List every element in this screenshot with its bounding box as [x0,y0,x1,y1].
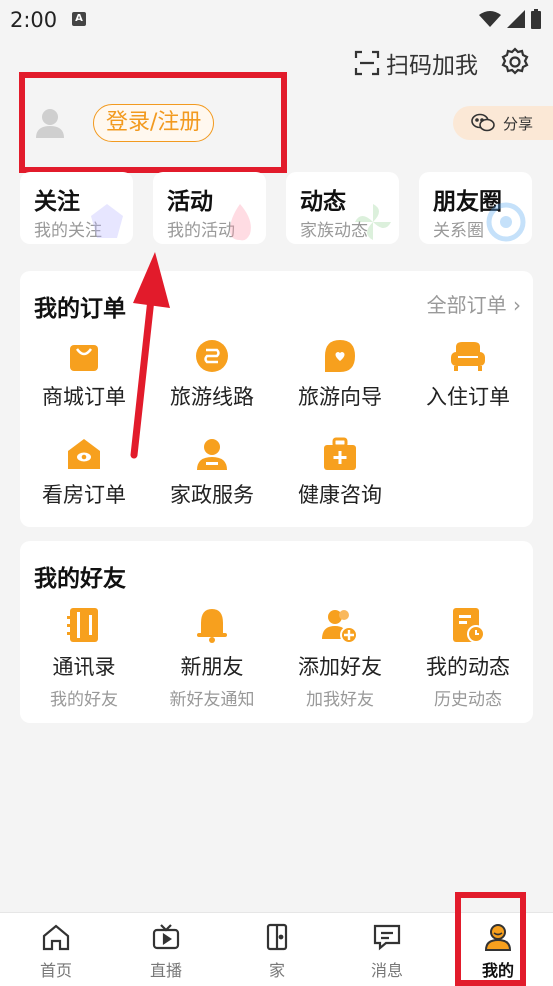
tab-label: 直播 [149,961,182,980]
tab-messages[interactable]: 消息 [347,923,427,981]
annotation-highlight-tab [455,892,526,986]
door-icon [266,923,288,951]
tab-live[interactable]: 直播 [126,923,206,981]
tab-label: 首页 [39,961,72,980]
tab-home[interactable]: 首页 [16,923,96,981]
tv-icon [152,924,180,950]
tab-label: 家 [268,961,285,980]
annotation-arrow [130,252,170,459]
message-icon [373,924,401,951]
tab-family[interactable]: 家 [237,923,317,981]
tab-label: 消息 [370,961,403,980]
home-icon [42,924,70,951]
